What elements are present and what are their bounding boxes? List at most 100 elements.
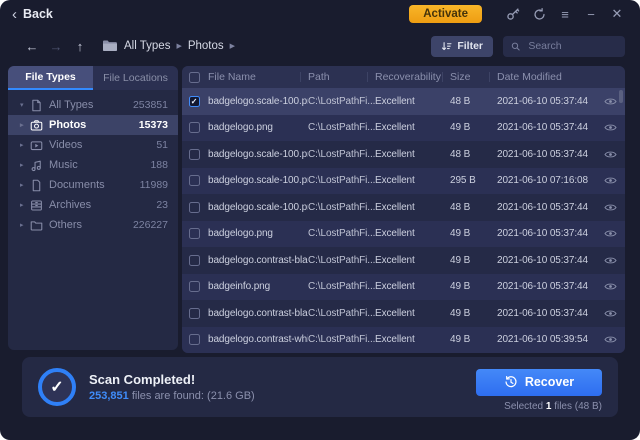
row-checkbox-cell [182,122,206,133]
preview-eye-icon[interactable] [604,202,617,213]
caret-right-icon: ▸ [20,121,30,129]
row-checkbox[interactable] [189,122,200,133]
recoverability-cell: Excellent [375,255,450,266]
row-checkbox-cell [182,255,206,266]
recover-label: Recover [525,375,574,389]
date-modified-cell: 2021-06-10 05:37:44 [497,96,595,107]
preview-eye-icon[interactable] [604,281,617,292]
size-cell: 49 B [450,255,497,266]
table-scrollbar-thumb[interactable] [619,90,623,103]
sidebar-item-others[interactable]: ▸Others226227 [8,215,178,235]
refresh-icon[interactable] [528,4,550,24]
recoverability-cell: Excellent [375,149,450,160]
minimize-icon[interactable]: − [580,4,602,24]
row-checkbox[interactable]: ✓ [189,96,200,107]
row-checkbox[interactable] [189,255,200,266]
table-row[interactable]: badgelogo.contrast-whit...C:\LostPathFi.… [182,327,625,354]
search-input[interactable] [526,39,617,53]
column-header-recoverability[interactable]: Recoverability [375,71,450,83]
tab-file-locations[interactable]: File Locations [93,66,178,90]
sidebar-item-label: Photos [49,119,139,131]
sidebar-item-label: Music [49,159,150,171]
sidebar-tabs: File Types File Locations [8,66,178,90]
column-header-path[interactable]: Path [308,71,375,83]
preview-eye-icon[interactable] [604,122,617,133]
recoverability-cell: Excellent [375,122,450,133]
sidebar-item-videos[interactable]: ▸Videos51 [8,135,178,155]
table-row[interactable]: badgelogo.scale-100.pngC:\LostPathFi...E… [182,194,625,221]
sidebar-item-archives[interactable]: ▸ Archives23 [8,195,178,215]
table-row[interactable]: badgelogo.scale-100.pngC:\LostPathFi...E… [182,141,625,168]
table-row[interactable]: badgelogo.pngC:\LostPathFi...Excellent49… [182,115,625,142]
table-row[interactable]: badgelogo.contrast-blac...C:\LostPathFi.… [182,300,625,327]
nav-up-icon[interactable]: ↑ [70,39,90,54]
row-checkbox-cell [182,202,206,213]
nav-back-icon[interactable]: ← [22,39,42,54]
row-checkbox[interactable] [189,334,200,345]
sidebar-item-music[interactable]: ▸Music188 [8,155,178,175]
date-modified-cell: 2021-06-10 05:37:44 [497,308,595,319]
breadcrumb-photos[interactable]: Photos [188,40,224,52]
row-checkbox[interactable] [189,281,200,292]
recoverability-cell: Excellent [375,202,450,213]
date-modified-cell: 2021-06-10 05:37:44 [497,228,595,239]
table-row[interactable]: badgelogo.pngC:\LostPathFi...Excellent49… [182,221,625,248]
filter-icon [441,41,452,52]
search-box[interactable] [503,36,625,57]
nav-forward-icon[interactable]: → [46,39,66,54]
row-checkbox[interactable] [189,149,200,160]
table-row[interactable]: badgeinfo.pngC:\LostPathFi...Excellent49… [182,274,625,301]
recoverability-cell: Excellent [375,96,450,107]
key-icon[interactable] [502,4,524,24]
sidebar-item-photos[interactable]: ▸Photos15373 [8,115,178,135]
filter-button[interactable]: Filter [431,36,493,57]
preview-eye-icon[interactable] [604,96,617,107]
recover-button[interactable]: Recover [476,369,602,396]
path-cell: C:\LostPathFi... [308,255,375,266]
select-all-checkbox[interactable] [189,72,200,83]
preview-eye-icon[interactable] [604,308,617,319]
sidebar-item-label: Documents [49,179,140,191]
path-cell: C:\LostPathFi... [308,281,375,292]
caret-down-icon: ▾ [20,101,30,109]
sidebar-item-label: All Types [49,99,133,111]
sidebar-item-documents[interactable]: ▸Documents11989 [8,175,178,195]
sidebar-item-label: Archives [49,199,156,211]
sidebar-item-count: 23 [156,199,168,211]
preview-eye-icon[interactable] [604,175,617,186]
sidebar-item-label: Others [49,219,133,231]
row-checkbox[interactable] [189,308,200,319]
preview-eye-icon[interactable] [604,149,617,160]
caret-right-icon: ▸ [20,201,30,209]
video-icon [30,139,49,152]
scan-status-title: Scan Completed! [89,372,255,387]
preview-cell [595,308,625,319]
close-icon[interactable]: ✕ [606,4,628,24]
column-header-file-name[interactable]: File Name [206,71,308,83]
preview-cell [595,334,625,345]
preview-eye-icon[interactable] [604,255,617,266]
file-type-tree: ▾All Types253851▸Photos15373▸Videos51▸Mu… [8,90,178,235]
row-checkbox[interactable] [189,228,200,239]
tab-file-types[interactable]: File Types [8,66,93,90]
row-checkbox[interactable] [189,202,200,213]
table-row[interactable]: ✓badgelogo.scale-100.pngC:\LostPathFi...… [182,88,625,115]
preview-eye-icon[interactable] [604,334,617,345]
preview-eye-icon[interactable] [604,228,617,239]
table-row[interactable]: badgelogo.scale-100.pngC:\LostPathFi...E… [182,168,625,195]
table-row[interactable]: badgelogo.contrast-blac...C:\LostPathFi.… [182,247,625,274]
preview-cell [595,281,625,292]
date-modified-cell: 2021-06-10 05:37:44 [497,202,595,213]
sidebar-item-all-types[interactable]: ▾All Types253851 [8,95,178,115]
breadcrumb-all-types[interactable]: All Types [124,40,170,52]
row-checkbox[interactable] [189,175,200,186]
path-cell: C:\LostPathFi... [308,149,375,160]
file-name-cell: badgelogo.png [206,228,308,239]
recoverability-cell: Excellent [375,228,450,239]
music-icon [30,159,49,172]
back-button[interactable]: ‹ Back [12,7,53,22]
activate-button[interactable]: Activate [409,5,482,23]
column-header-date-modified[interactable]: Date Modified [497,71,595,83]
menu-icon[interactable]: ≡ [554,4,576,24]
size-cell: 49 B [450,334,497,345]
